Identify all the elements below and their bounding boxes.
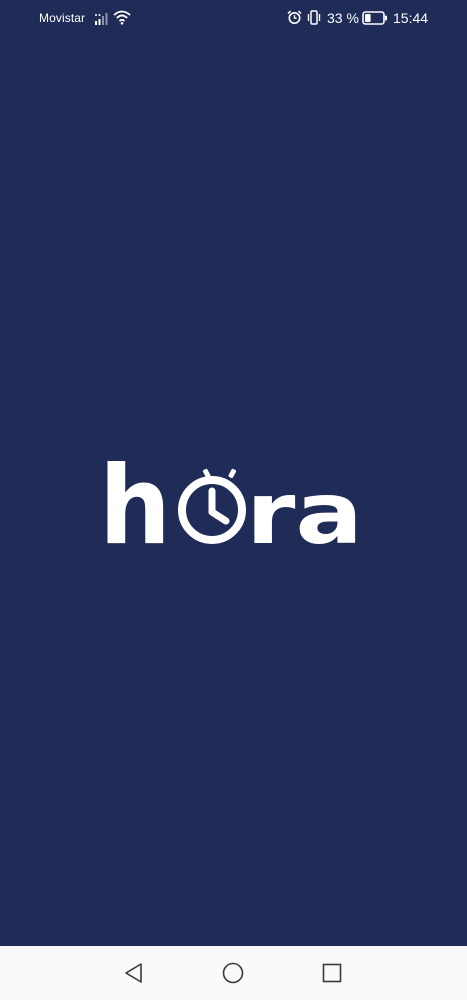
status-bar: Movistar 33 % 15:44: [0, 0, 467, 36]
carrier-name: Movistar: [39, 11, 86, 25]
wifi-icon: [113, 10, 131, 25]
home-icon[interactable]: [222, 962, 244, 984]
hora-logo: h ra: [103, 454, 363, 546]
stopwatch-icon: [178, 468, 246, 544]
logo-letters-ra: ra: [246, 464, 363, 546]
status-time: 15:44: [393, 10, 429, 26]
back-icon[interactable]: [123, 962, 145, 984]
logo-letter-h: h: [103, 454, 171, 546]
battery-icon: [362, 11, 387, 25]
signal-icon: [95, 13, 108, 25]
alarm-icon: [287, 10, 302, 24]
vibrate-icon: [307, 10, 321, 25]
splash-screen: Movistar 33 % 15:44 h ra: [0, 0, 467, 946]
navigation-bar: [0, 946, 467, 1000]
battery-percent: 33 %: [327, 10, 359, 26]
recents-icon[interactable]: [322, 963, 342, 983]
